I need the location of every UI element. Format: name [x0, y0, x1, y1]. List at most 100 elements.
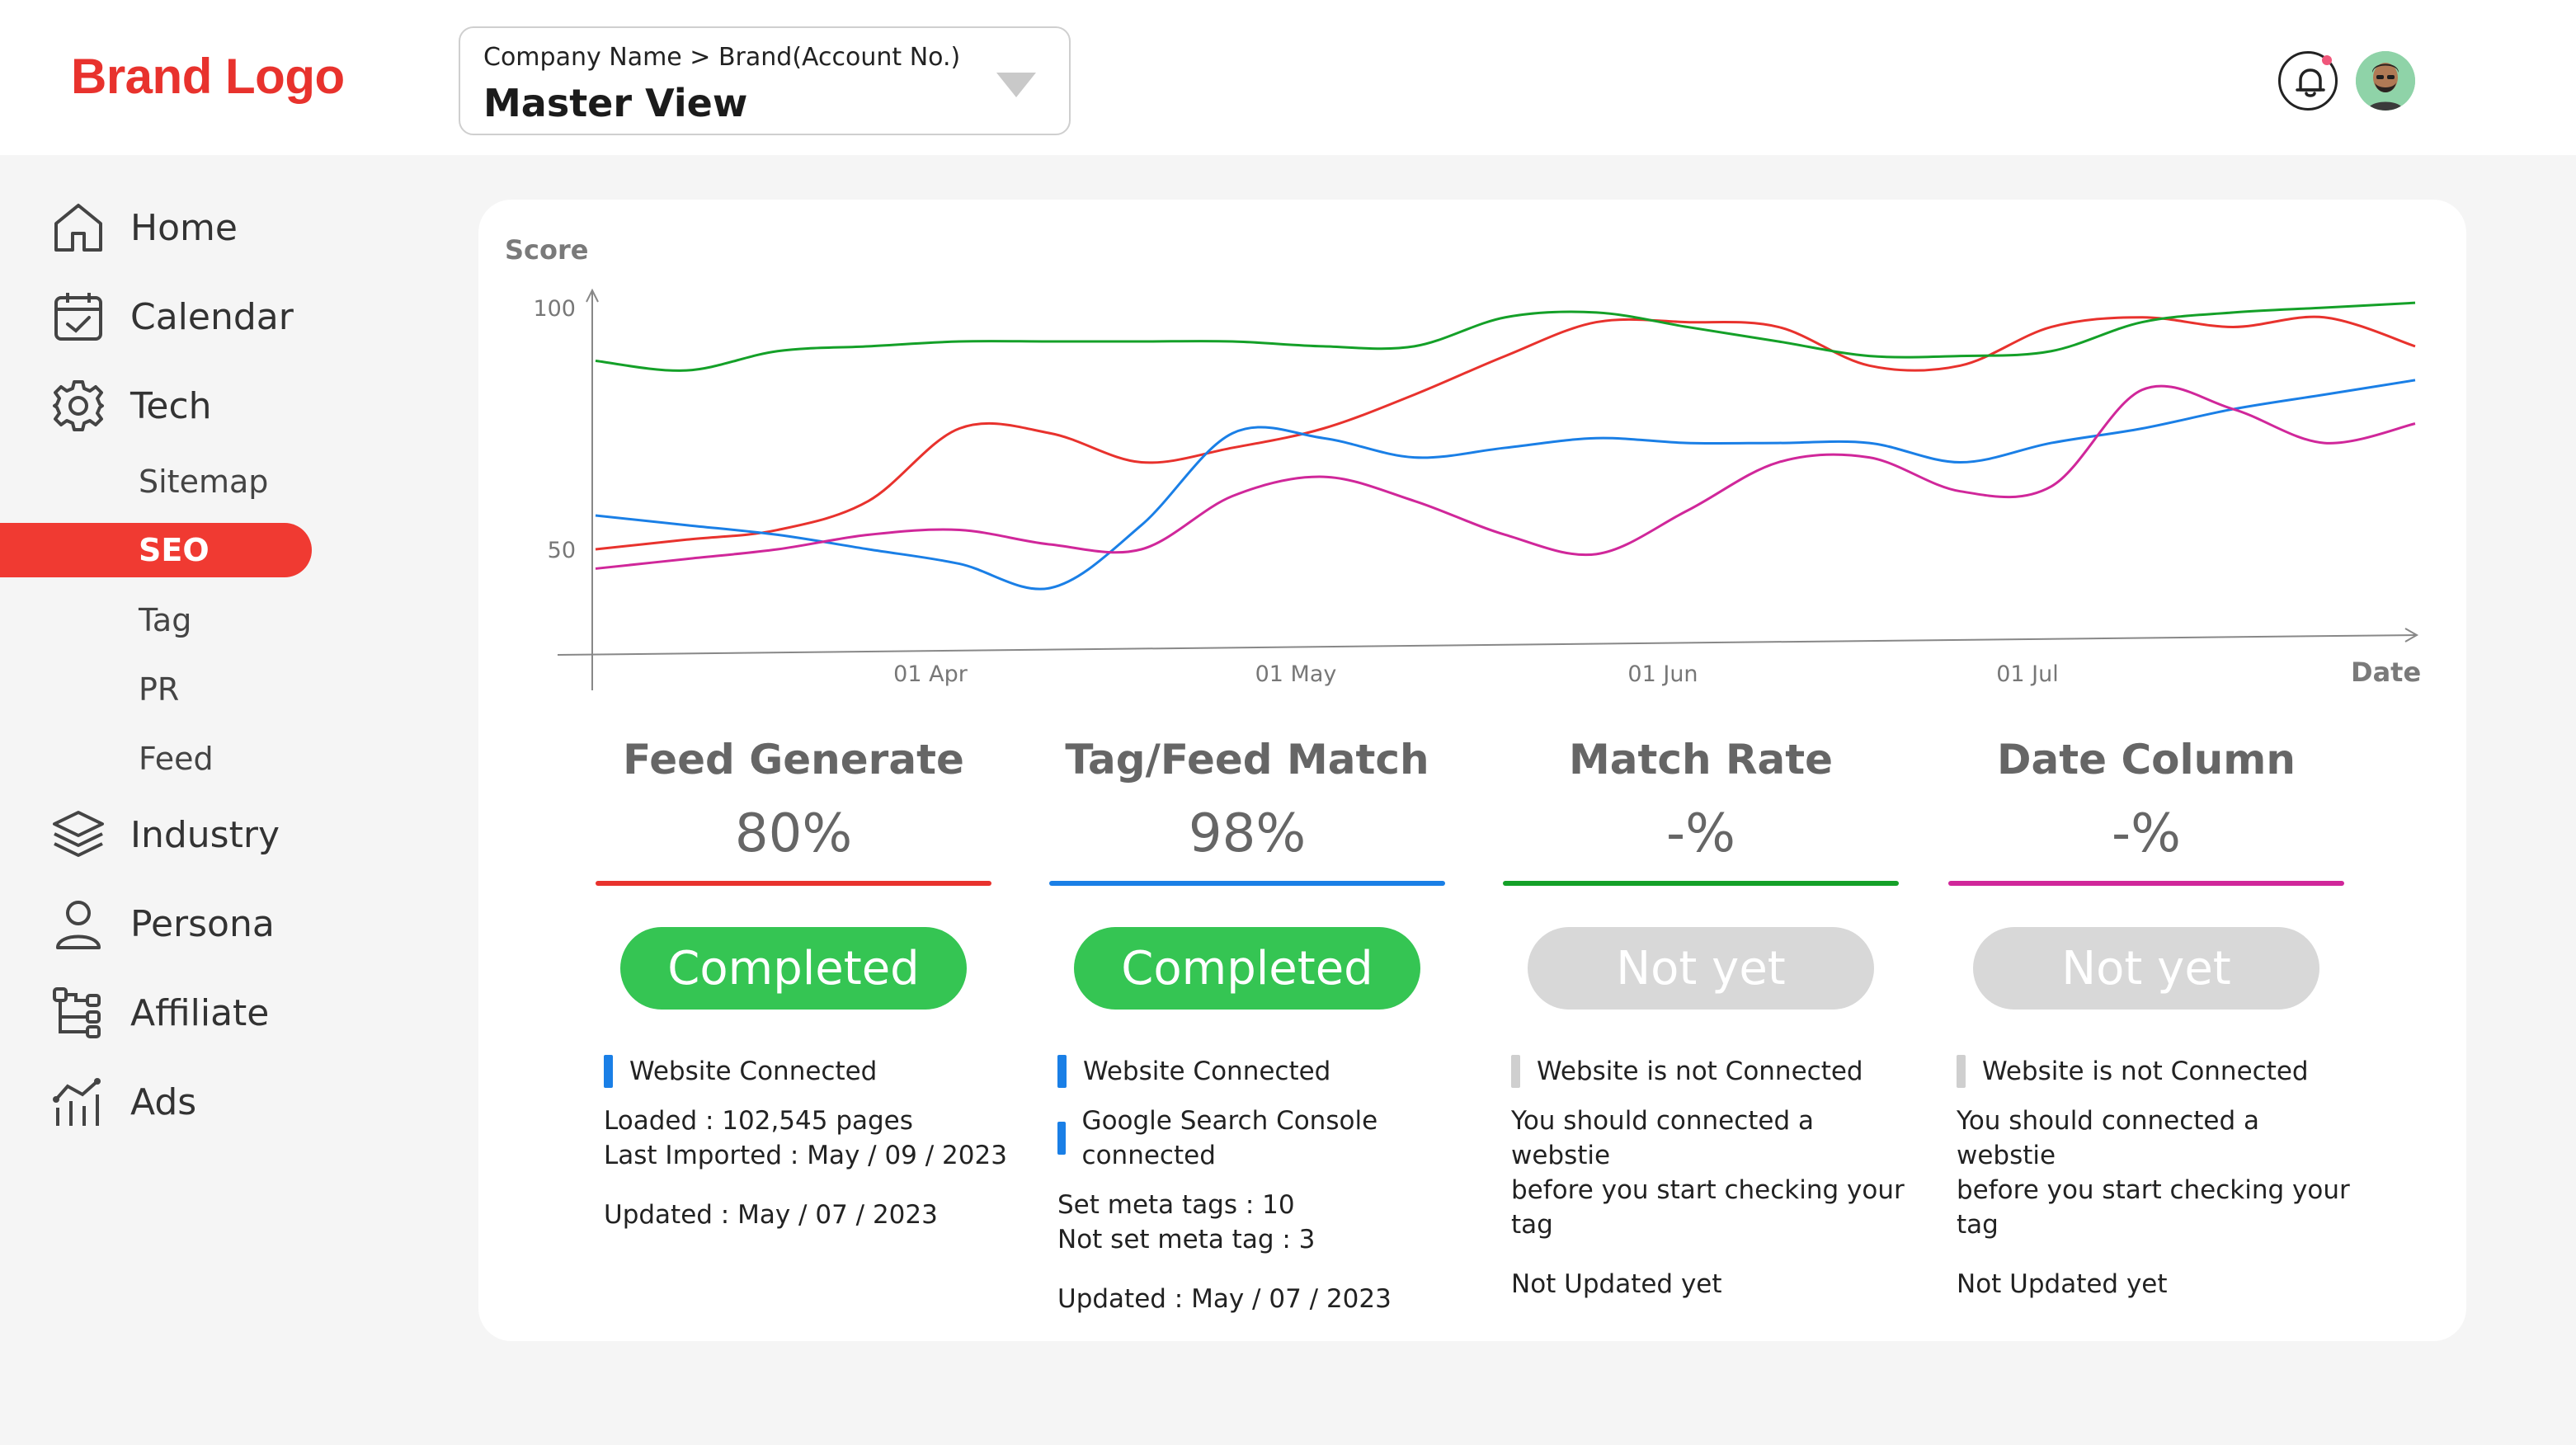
- sidebar-item-label: Tech: [130, 384, 212, 427]
- sidebar-subitem-sitemap[interactable]: Sitemap: [139, 457, 268, 506]
- sidebar-item-persona[interactable]: Persona: [49, 891, 275, 957]
- gsc-connection-status: Google Search Console connected: [1057, 1104, 1462, 1173]
- sidebar-item-home[interactable]: Home: [49, 195, 238, 261]
- chevron-down-icon[interactable]: [996, 73, 1036, 97]
- connection-label: Website is not Connected: [1982, 1057, 2309, 1086]
- score-line-chart: Score Date 100 50 01 Apr 01 May 01 Jun 01 Jul: [505, 234, 2421, 690]
- sidebar-item-calendar[interactable]: Calendar: [49, 284, 294, 350]
- connection-label: Website is not Connected: [1537, 1057, 1863, 1086]
- x-tick-label: 01 Jul: [1996, 661, 2059, 687]
- top-bar: Brand Logo Company Name > Brand(Account …: [0, 0, 2576, 155]
- metric-feed-generate: Feed Generate 80% Completed Website Conn…: [579, 736, 1008, 1232]
- info-line: before you start checking your tag: [1957, 1175, 2350, 1240]
- seo-dashboard-card: Score Date 100 50 01 Apr 01 May 01 Jun 01 Jul…: [478, 200, 2466, 1341]
- notification-dot: [2322, 55, 2332, 65]
- updated-date: Not Updated yet: [1511, 1269, 1722, 1299]
- metric-info: Website Connected Google Search Console …: [1057, 1054, 1462, 1316]
- chart-axes: [557, 288, 2419, 690]
- selected-view: Master View: [483, 81, 748, 125]
- metric-underline: [1948, 881, 2344, 886]
- layers-icon: [49, 806, 107, 864]
- sidebar-subitem-tag[interactable]: Tag: [139, 595, 191, 645]
- status-badge[interactable]: Completed: [620, 927, 967, 1010]
- info-line: You should connected a webstie: [1957, 1106, 2260, 1170]
- sidebar-item-affiliate[interactable]: Affiliate: [49, 980, 269, 1046]
- metric-value: 80%: [734, 803, 853, 864]
- avatar[interactable]: [2356, 51, 2415, 111]
- metric-title: Tag/Feed Match: [1065, 736, 1429, 784]
- sidebar-item-ads[interactable]: Ads: [49, 1069, 196, 1135]
- x-tick-label: 01 Jun: [1627, 661, 1698, 687]
- sidebar-subitem-seo[interactable]: SEO: [0, 523, 312, 577]
- metric-info: Website is not Connected You should conn…: [1511, 1054, 1915, 1301]
- notification-button[interactable]: [2278, 51, 2338, 111]
- y-tick-label: 100: [533, 296, 576, 322]
- y-tick-label: 50: [548, 538, 576, 563]
- status-marker: [1957, 1055, 1966, 1088]
- metric-value: 98%: [1188, 803, 1307, 864]
- status-badge[interactable]: Completed: [1074, 927, 1420, 1010]
- metric-info: Website is not Connected You should conn…: [1957, 1054, 2361, 1301]
- sidebar-item-industry[interactable]: Industry: [49, 802, 280, 868]
- chart-lines: [595, 301, 2416, 591]
- series-line-0: [595, 315, 2416, 551]
- home-icon: [49, 199, 107, 257]
- sidebar-item-label: Ads: [130, 1080, 197, 1123]
- account-selector[interactable]: Company Name > Brand(Account No.) Master…: [459, 26, 1071, 135]
- connection-status: Website is not Connected: [1957, 1054, 2361, 1089]
- sidebar-item-label: Persona: [130, 902, 275, 945]
- sidebar-item-label: Calendar: [130, 295, 294, 338]
- metric-underline: [1049, 881, 1445, 886]
- info-line: You should connected a webstie: [1511, 1106, 1815, 1170]
- connection-label: Google Search Console connected: [1081, 1106, 1378, 1170]
- metric-date-column: Date Column -% Not yet Website is not Co…: [1932, 736, 2361, 1301]
- status-marker: [604, 1055, 613, 1088]
- info-line: Not set meta tag : 3: [1057, 1225, 1316, 1254]
- sidebar-item-label: Affiliate: [130, 991, 270, 1034]
- connection-label: Website Connected: [629, 1057, 878, 1086]
- info-line: before you start checking your tag: [1511, 1175, 1905, 1240]
- sidebar: Home Calendar Tech Sitemap SEO Tag PR Fe…: [0, 155, 330, 1445]
- metric-tag-feed-match: Tag/Feed Match 98% Completed Website Con…: [1033, 736, 1462, 1316]
- ads-icon: [49, 1073, 107, 1131]
- status-badge[interactable]: Not yet: [1528, 927, 1874, 1010]
- sidebar-item-label: Industry: [130, 813, 280, 856]
- series-line-3: [595, 384, 2416, 570]
- metric-value: -%: [2112, 803, 2181, 864]
- x-tick-label: 01 Apr: [893, 661, 968, 687]
- connection-status: Website Connected: [604, 1054, 1008, 1089]
- info-line: Set meta tags : 10: [1057, 1190, 1295, 1220]
- info-line: Last Imported : May / 09 / 2023: [604, 1141, 1007, 1170]
- user-icon: [49, 895, 107, 953]
- metric-underline: [1503, 881, 1899, 886]
- metric-info: Website Connected Loaded : 102,545 pages…: [604, 1054, 1008, 1232]
- y-axis-title: Score: [505, 234, 588, 266]
- sidebar-item-label: Home: [130, 206, 238, 249]
- metric-title: Match Rate: [1568, 736, 1834, 784]
- x-axis-title: Date: [2351, 657, 2421, 688]
- status-marker: [1057, 1122, 1066, 1155]
- x-tick-label: 01 May: [1255, 661, 1337, 687]
- metric-match-rate: Match Rate -% Not yet Website is not Con…: [1486, 736, 1915, 1301]
- connection-status: Website is not Connected: [1511, 1054, 1915, 1089]
- bell-icon: [2296, 68, 2325, 97]
- account-breadcrumb: Company Name > Brand(Account No.): [483, 43, 961, 72]
- metric-title: Feed Generate: [623, 736, 964, 784]
- connection-status: Website Connected: [1057, 1054, 1462, 1089]
- sidebar-item-tech[interactable]: Tech: [49, 373, 212, 439]
- sidebar-subitem-pr[interactable]: PR: [139, 665, 179, 714]
- brand-logo[interactable]: Brand Logo: [71, 48, 345, 105]
- status-marker: [1057, 1055, 1067, 1088]
- series-line-1: [595, 379, 2416, 591]
- updated-date: Updated : May / 07 / 2023: [604, 1200, 938, 1230]
- info-line: Loaded : 102,545 pages: [604, 1106, 913, 1136]
- connection-label: Website Connected: [1083, 1057, 1331, 1086]
- metric-title: Date Column: [1997, 736, 2296, 784]
- sidebar-subitem-feed[interactable]: Feed: [139, 734, 214, 784]
- series-line-2: [595, 301, 2416, 372]
- x-axis-line: [557, 634, 2416, 656]
- status-badge[interactable]: Not yet: [1973, 927, 2319, 1010]
- updated-date: Not Updated yet: [1957, 1269, 2168, 1299]
- sidebar-subitem-label: SEO: [139, 532, 210, 568]
- tree-icon: [49, 984, 107, 1042]
